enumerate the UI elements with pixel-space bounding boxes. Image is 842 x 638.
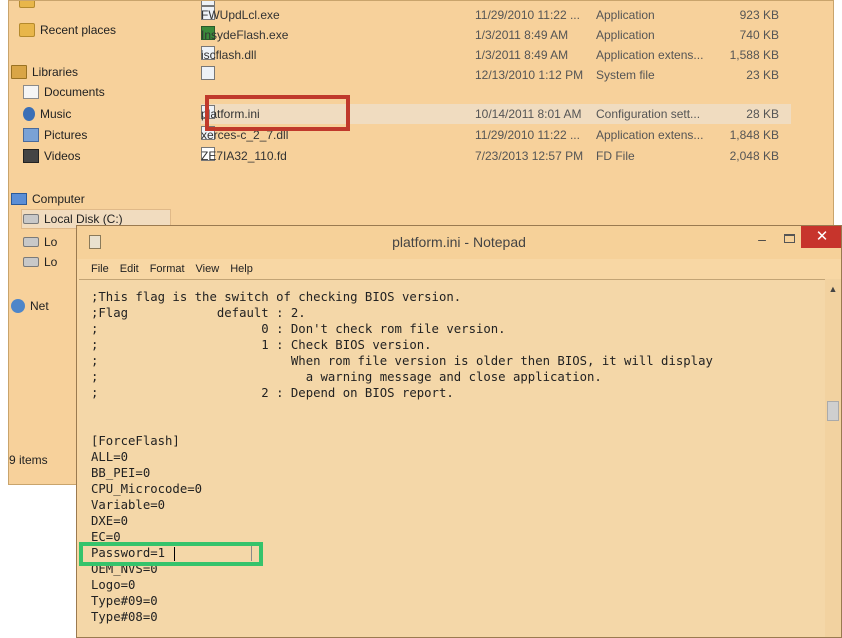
nav-label: Libraries (32, 65, 79, 79)
file-size: 28 KB (746, 107, 779, 121)
file-name: InsydeFlash.exe (201, 28, 289, 42)
nav-item-network[interactable]: Net (11, 297, 49, 315)
nav-item-libraries[interactable]: Libraries (11, 63, 78, 81)
file-size: 2,048 KB (729, 149, 779, 163)
file-size: 740 KB (739, 28, 779, 42)
network-icon (11, 299, 25, 313)
platform-ini-highlight-box (205, 95, 350, 131)
text-line: DXE=0 (91, 514, 129, 528)
file-date: 7/23/2013 12:57 PM (475, 149, 584, 163)
notepad-window: platform.ini - Notepad – ✕ File Edit For… (76, 225, 842, 638)
nav-item-documents[interactable]: Documents (23, 83, 105, 101)
nav-label: Lo (44, 255, 58, 269)
text-line: BB_PEI=0 (91, 466, 151, 480)
file-name: iscflash.dll (201, 48, 257, 62)
minimize-icon[interactable]: – (752, 232, 772, 246)
file-row[interactable]: FWUpdLcl.exe 11/29/2010 11:22 ... Applic… (199, 6, 829, 24)
text-line: ; 0 : Don't check rom file version. (91, 322, 506, 336)
nav-item-computer[interactable]: Computer (11, 190, 85, 208)
drive-icon (23, 237, 39, 247)
text-line: ALL=0 (91, 450, 129, 464)
nav-item-recent-places[interactable]: Recent places (19, 21, 116, 39)
nav-label: Recent places (40, 23, 117, 37)
drive-icon (23, 214, 39, 224)
text-line: ; a warning message and close applicatio… (91, 370, 602, 384)
nav-item-music[interactable]: Music (23, 105, 71, 123)
nav-item-pictures[interactable]: Pictures (23, 126, 87, 144)
nav-item-clipped[interactable] (19, 1, 40, 10)
text-line: ; 2 : Depend on BIOS report. (91, 386, 454, 400)
status-item-count: 9 items (9, 453, 48, 467)
music-icon (23, 107, 35, 121)
file-row[interactable]: InsydeFlash.exe 1/3/2011 8:49 AM Applica… (199, 26, 829, 44)
file-type: FD File (596, 149, 635, 163)
file-date: 11/29/2010 11:22 ... (475, 8, 580, 22)
file-row[interactable]: iscflash.dll 1/3/2011 8:49 AM Applicatio… (199, 46, 829, 64)
notepad-titlebar[interactable]: platform.ini - Notepad – ✕ (77, 226, 841, 259)
drive-icon (23, 257, 39, 267)
nav-label: Net (30, 299, 49, 313)
file-date: 1/3/2011 8:49 AM (475, 28, 569, 42)
scroll-up-icon[interactable]: ▲ (825, 284, 841, 294)
nav-item-disk-2[interactable]: Lo (23, 233, 57, 251)
field-edge-marker (251, 546, 252, 561)
file-name: ZE7IA32_110.fd (201, 149, 287, 163)
nav-label: Documents (44, 85, 105, 99)
computer-icon (11, 193, 27, 205)
text-line: Type#09=0 (91, 594, 158, 608)
file-type: Application extens... (596, 128, 704, 142)
folder-icon (19, 1, 35, 8)
file-type: Application (596, 28, 655, 42)
nav-label: Music (40, 107, 72, 121)
notepad-text-area[interactable]: ;This flag is the switch of checking BIO… (79, 279, 825, 637)
text-line: ; 1 : Check BIOS version. (91, 338, 432, 352)
file-row[interactable]: 12/13/2010 1:12 PM System file 23 KB (199, 66, 829, 84)
nav-label: Computer (32, 192, 85, 206)
file-row[interactable]: ZE7IA32_110.fd 7/23/2013 12:57 PM FD Fil… (199, 147, 829, 165)
notepad-title: platform.ini - Notepad (392, 234, 526, 250)
nav-item-disk-3[interactable]: Lo (23, 253, 57, 271)
text-line: CPU_Microcode=0 (91, 482, 203, 496)
file-date: 11/29/2010 11:22 ... (475, 128, 580, 142)
file-type: Application extens... (596, 48, 704, 62)
nav-label: Pictures (44, 128, 88, 142)
file-date: 12/13/2010 1:12 PM (475, 68, 584, 82)
nav-label: Lo (44, 235, 58, 249)
close-icon[interactable]: ✕ (801, 226, 841, 248)
text-line: [ForceFlash] (91, 434, 180, 448)
password-line-highlight-box (79, 542, 263, 566)
file-size: 1,848 KB (729, 128, 779, 142)
text-line: Logo=0 (91, 578, 136, 592)
file-size: 23 KB (746, 68, 779, 82)
scroll-thumb[interactable] (827, 401, 839, 421)
file-type: Application (596, 8, 655, 22)
pictures-icon (23, 128, 39, 142)
file-size: 923 KB (739, 8, 779, 22)
vertical-scrollbar[interactable]: ▲ (825, 279, 841, 637)
file-date: 1/3/2011 8:49 AM (475, 48, 569, 62)
text-line: ; When rom file version is older then BI… (91, 354, 713, 368)
text-caret (174, 547, 175, 561)
file-date: 10/14/2011 8:01 AM (475, 107, 582, 121)
text-line: Type#08=0 (91, 610, 158, 624)
text-line: ;This flag is the switch of checking BIO… (91, 290, 462, 304)
text-line: Variable=0 (91, 498, 166, 512)
documents-icon (23, 85, 39, 99)
recent-places-icon (19, 23, 35, 37)
file-size: 1,588 KB (729, 48, 779, 62)
text-line: ;Flag default : 2. (91, 306, 306, 320)
videos-icon (23, 149, 39, 163)
libraries-icon (11, 65, 27, 79)
nav-item-videos[interactable]: Videos (23, 147, 80, 165)
system-file-icon (201, 66, 215, 80)
nav-label: Videos (44, 149, 81, 163)
notepad-menubar: File Edit Format View Help (77, 261, 841, 279)
file-type: System file (596, 68, 655, 82)
file-name: FWUpdLcl.exe (201, 8, 280, 22)
maximize-icon[interactable] (780, 232, 800, 246)
file-type: Configuration sett... (596, 107, 701, 121)
menu-help[interactable]: Help (216, 261, 258, 279)
